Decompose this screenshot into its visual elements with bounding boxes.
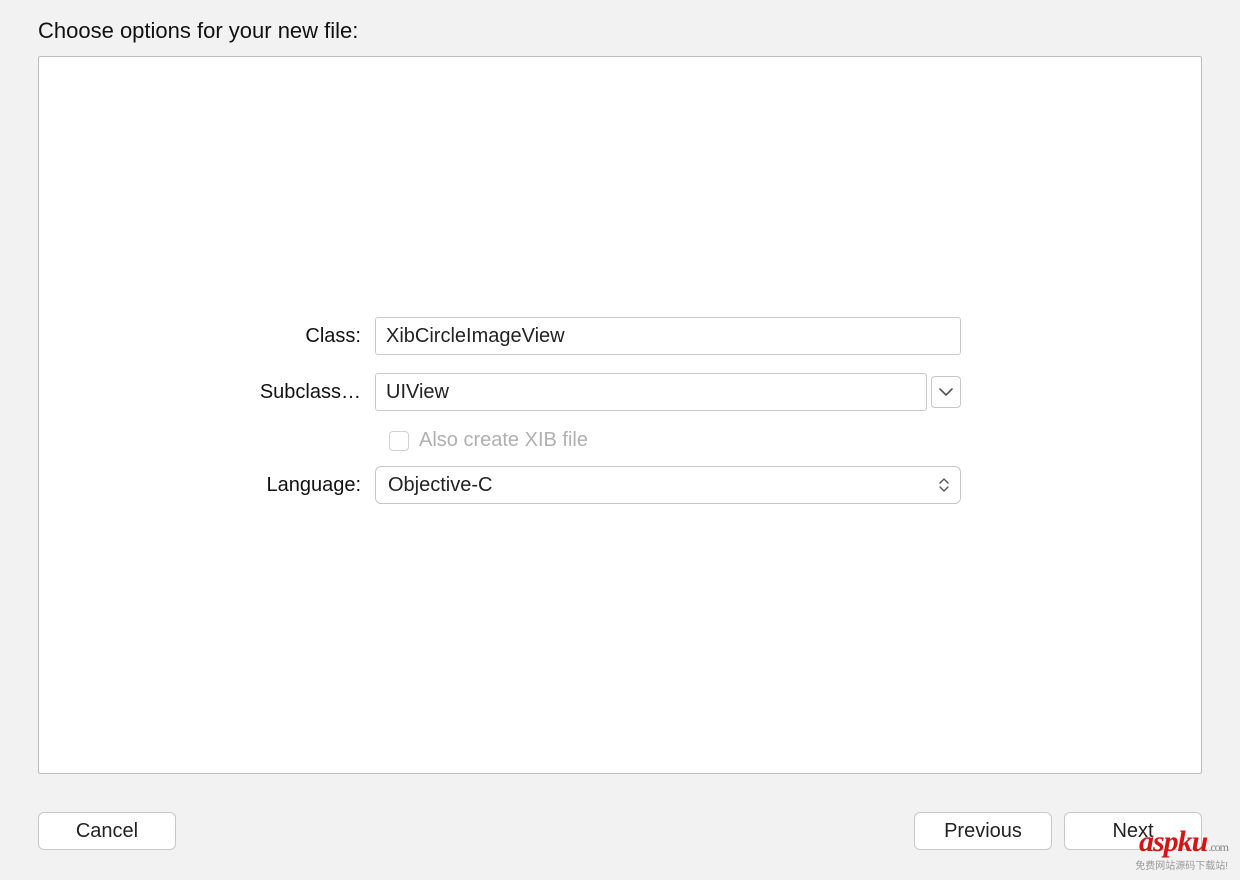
subclass-row: Subclass…: [39, 373, 1201, 411]
class-row: Class:: [39, 317, 1201, 355]
cancel-button[interactable]: Cancel: [38, 812, 176, 850]
previous-button[interactable]: Previous: [914, 812, 1052, 850]
chevron-down-icon: [939, 388, 953, 396]
language-select[interactable]: Objective-C: [375, 466, 961, 504]
also-create-xib-row: Also create XIB file: [389, 429, 1201, 452]
watermark-domain: .com: [1208, 840, 1228, 854]
language-select-value: Objective-C: [388, 474, 492, 497]
watermark-tagline: 免费网站源码下载站!: [1135, 857, 1228, 872]
subclass-input[interactable]: [375, 373, 927, 411]
updown-arrows-icon: [938, 476, 950, 494]
dialog-heading: Choose options for your new file:: [38, 18, 358, 44]
class-input[interactable]: [375, 317, 961, 355]
new-file-form: Class: Subclass…: [39, 317, 1201, 522]
also-create-xib-checkbox: [389, 431, 409, 451]
subclass-label: Subclass…: [39, 381, 375, 404]
next-button[interactable]: Next: [1064, 812, 1202, 850]
options-panel: Class: Subclass…: [38, 56, 1202, 774]
dialog-footer: Cancel Previous Next: [38, 812, 1202, 850]
class-label: Class:: [39, 325, 375, 348]
also-create-xib-label: Also create XIB file: [419, 429, 588, 452]
subclass-combobox[interactable]: [375, 373, 961, 411]
subclass-dropdown-button[interactable]: [931, 376, 961, 408]
language-row: Language: Objective-C: [39, 466, 1201, 504]
language-label: Language:: [39, 474, 375, 497]
